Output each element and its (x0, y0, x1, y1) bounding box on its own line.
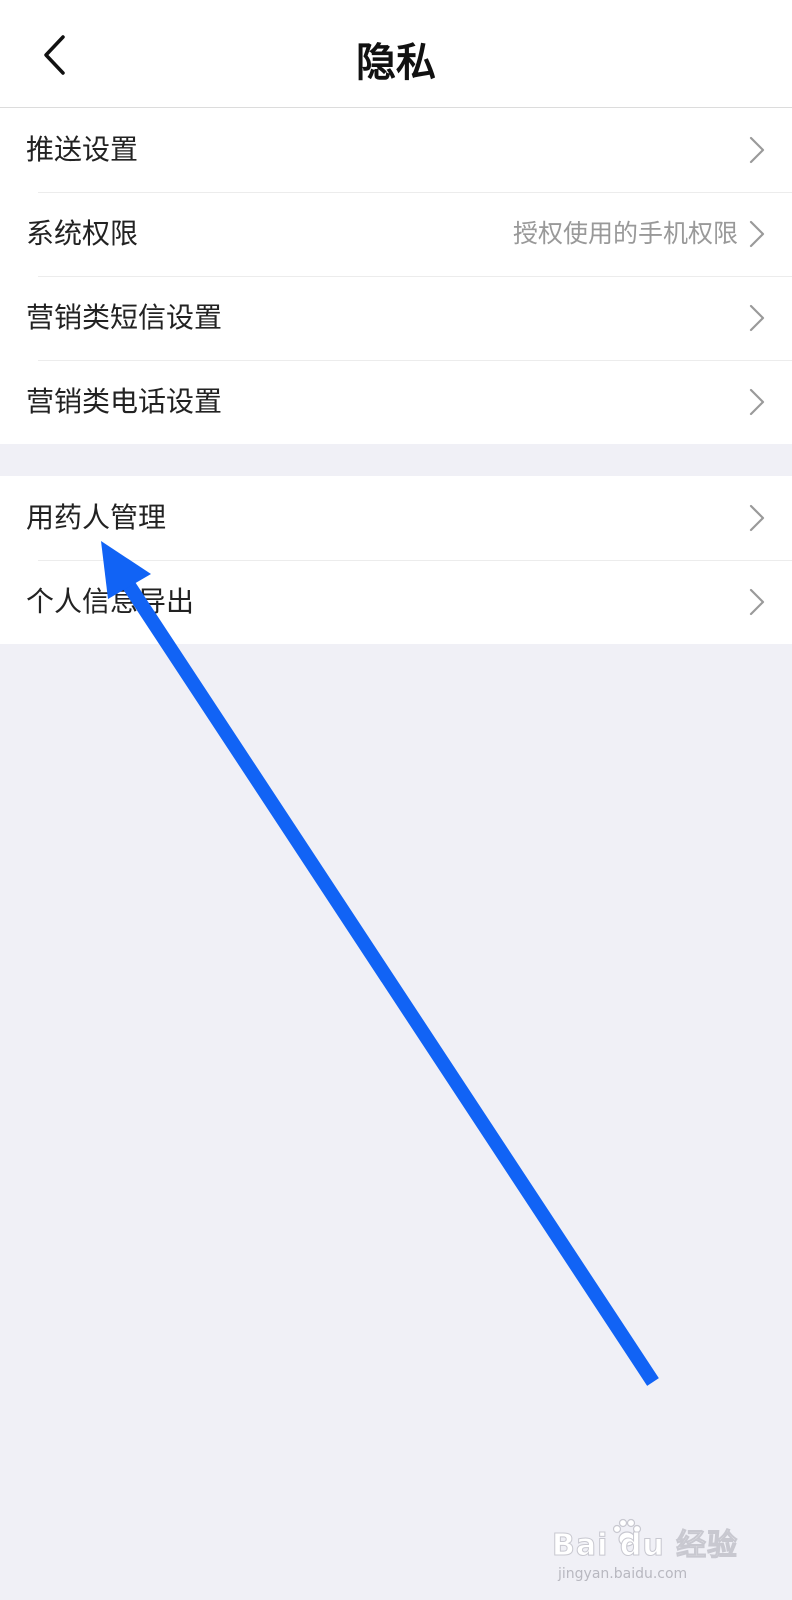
chevron-right-icon (746, 502, 768, 534)
navigation-bar: 隐私 (0, 0, 792, 108)
row-medication-user-management[interactable]: 用药人管理 (0, 476, 792, 560)
chevron-right-icon (746, 386, 768, 418)
settings-group-permissions: 推送设置 系统权限 授权使用的手机权限 营销类短信设置 营销类电话设置 (0, 108, 792, 444)
row-label: 营销类短信设置 (26, 301, 223, 334)
watermark-url: jingyan.baidu.com (558, 1566, 688, 1582)
row-label: 系统权限 (26, 217, 139, 250)
watermark-brand: Bai du 经验 (551, 1528, 739, 1564)
row-marketing-call-settings[interactable]: 营销类电话设置 (0, 360, 792, 444)
privacy-settings-screen: 隐私 推送设置 系统权限 授权使用的手机权限 营销类短信设置 营销类电话设置 用… (0, 0, 792, 1600)
chevron-right-icon (746, 302, 768, 334)
row-value: 授权使用的手机权限 (512, 219, 738, 248)
chevron-right-icon (746, 586, 768, 618)
row-label: 推送设置 (26, 133, 139, 166)
settings-group-personal: 用药人管理 个人信息导出 (0, 476, 792, 644)
row-push-settings[interactable]: 推送设置 (0, 108, 792, 192)
row-marketing-sms-settings[interactable]: 营销类短信设置 (0, 276, 792, 360)
row-label: 个人信息导出 (26, 585, 195, 618)
row-system-permissions[interactable]: 系统权限 授权使用的手机权限 (0, 192, 792, 276)
row-label: 营销类电话设置 (26, 385, 223, 418)
arrow-shaft (122, 580, 659, 1386)
chevron-right-icon (746, 134, 768, 166)
page-title: 隐私 (356, 40, 436, 86)
row-personal-info-export[interactable]: 个人信息导出 (0, 560, 792, 644)
chevron-right-icon (746, 218, 768, 250)
watermark: Bai du 经验 jingyan.baidu.com (551, 1518, 752, 1586)
row-label: 用药人管理 (26, 501, 167, 534)
